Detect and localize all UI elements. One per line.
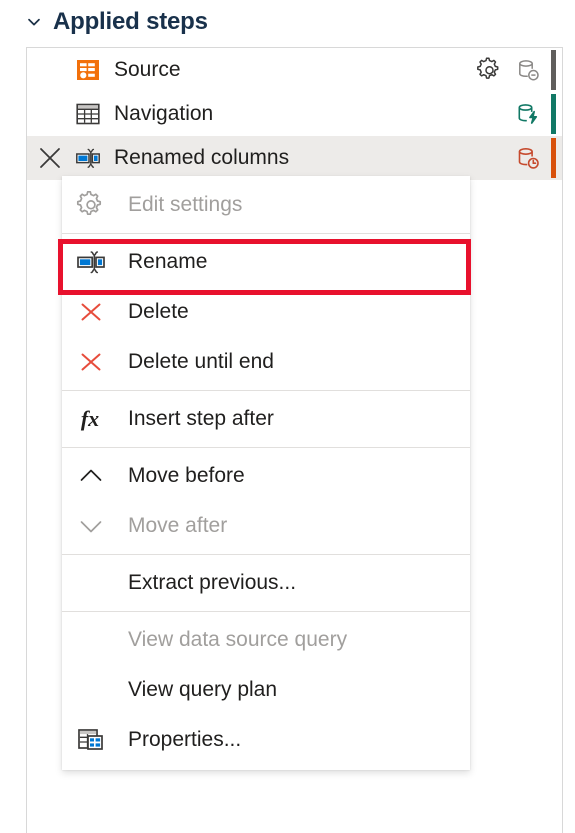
step-row-renamed-columns[interactable]: Renamed columns [27,136,562,180]
rename-step-icon [75,145,101,171]
folding-not-supported-icon[interactable] [515,57,542,84]
menu-separator [62,233,470,234]
chevron-down-icon[interactable] [26,14,42,30]
menu-item-view-query-plan[interactable]: View query plan [62,665,470,715]
folding-pending-icon[interactable] [515,145,542,172]
step-status-bar [551,94,556,134]
applied-steps-header[interactable]: Applied steps [26,4,208,40]
source-step-icon [75,57,101,83]
step-label: Source [114,58,181,81]
menu-item-label: Move after [128,514,228,537]
menu-item-insert-step-after[interactable]: fx Insert step after [62,394,470,444]
step-status-bar [551,50,556,90]
menu-item-delete-until-end[interactable]: Delete until end [62,337,470,387]
delete-x-icon [76,347,106,377]
menu-item-label: Rename [128,250,208,273]
menu-item-edit-settings: Edit settings [62,180,470,230]
menu-item-label: Insert step after [128,407,274,430]
close-x-icon[interactable] [37,145,63,171]
menu-item-label: Delete until end [128,350,274,373]
svg-text:fx: fx [81,406,99,431]
step-label: Renamed columns [114,146,290,169]
menu-separator [62,554,470,555]
rename-icon [76,247,106,277]
menu-separator [62,390,470,391]
folding-supported-icon[interactable] [515,101,542,128]
menu-item-label: Extract previous... [128,571,297,594]
step-context-menu[interactable]: Edit settings Rename Delete Delete until… [62,176,470,770]
menu-item-rename[interactable]: Rename [62,237,470,287]
chevron-down-icon [76,511,106,541]
properties-icon [76,725,106,755]
menu-item-label: Delete [128,300,189,323]
menu-item-label: Move before [128,464,245,487]
page-title: Applied steps [53,8,208,35]
step-row-navigation[interactable]: Navigation [27,92,562,136]
chevron-up-icon [76,461,106,491]
fx-icon: fx [76,404,106,434]
menu-item-label: View data source query [128,628,348,651]
menu-item-label: Properties... [128,728,242,751]
menu-item-label: View query plan [128,678,278,701]
menu-item-delete[interactable]: Delete [62,287,470,337]
menu-item-extract-previous[interactable]: Extract previous... [62,558,470,608]
step-row-source[interactable]: Source [27,48,562,92]
menu-item-move-after: Move after [62,501,470,551]
step-label: Navigation [114,102,214,125]
gear-icon[interactable] [476,56,503,84]
menu-item-properties[interactable]: Properties... [62,715,470,765]
menu-item-label: Edit settings [128,193,243,216]
gear-icon [76,190,106,220]
menu-separator [62,611,470,612]
step-status-bar [551,138,556,178]
menu-separator [62,447,470,448]
delete-x-icon [76,297,106,327]
menu-item-view-data-source-query: View data source query [62,615,470,665]
menu-item-move-before[interactable]: Move before [62,451,470,501]
table-step-icon [75,101,101,127]
